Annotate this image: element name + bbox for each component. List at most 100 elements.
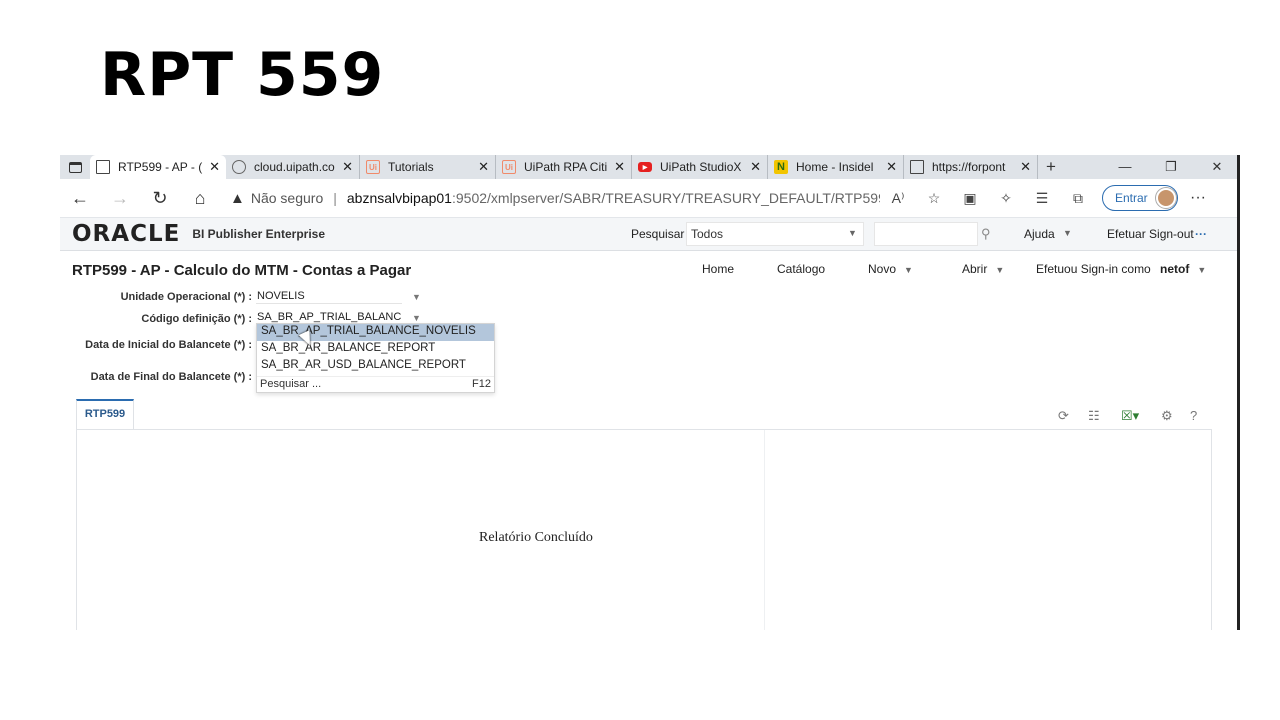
slide-title: RPT 559 bbox=[100, 40, 385, 110]
tab-title: https://forpont bbox=[932, 160, 1006, 174]
url-host: abznsalvbipap01 bbox=[346, 190, 452, 206]
tab-title: Tutorials bbox=[388, 160, 434, 174]
browser-tab-uipath-rpa[interactable]: Ui UiPath RPA Citi ✕ bbox=[496, 155, 632, 179]
refresh-icon[interactable]: ↻ bbox=[140, 188, 180, 209]
chevron-down-icon[interactable]: ▼ bbox=[1063, 228, 1072, 238]
signin-button[interactable]: Entrar bbox=[1102, 185, 1178, 211]
gear-icon[interactable]: ⚙ bbox=[1161, 408, 1173, 424]
divider bbox=[764, 430, 765, 630]
user-name: netof bbox=[1160, 262, 1190, 276]
dropdown-option[interactable]: SA_BR_AP_TRIAL_BALANCE_NOVELIS bbox=[257, 324, 494, 341]
signin-label: Entrar bbox=[1115, 191, 1148, 205]
dropdown-search-key: F12 bbox=[472, 378, 491, 390]
signed-in-label: Efetuou Sign-in como bbox=[1036, 262, 1151, 276]
chevron-down-icon[interactable]: ▼ bbox=[412, 313, 421, 323]
signout-link[interactable]: Efetuar Sign-out bbox=[1107, 227, 1194, 241]
close-icon[interactable]: ✕ bbox=[750, 159, 761, 175]
home-icon[interactable]: ⌂ bbox=[180, 188, 220, 209]
menu-catalog[interactable]: Catálogo bbox=[777, 262, 825, 276]
user-menu[interactable]: netof ▼ bbox=[1160, 262, 1206, 276]
status-message: Relatório Concluído bbox=[479, 530, 593, 545]
uipath-icon: Ui bbox=[366, 160, 380, 174]
browser-tab-tutorials[interactable]: Ui Tutorials ✕ bbox=[360, 155, 496, 179]
dropdown-option[interactable]: SA_BR_AR_BALANCE_REPORT bbox=[257, 341, 494, 358]
url-path: :9502/xmlpserver/SABR/TREASURY/TREASURY_… bbox=[451, 190, 880, 206]
youtube-icon: ▶ bbox=[638, 162, 652, 172]
excel-export-icon[interactable]: ☒▾ bbox=[1121, 408, 1139, 424]
restore-icon[interactable]: ❐ bbox=[1148, 155, 1194, 179]
menu-open[interactable]: Abrir ▼ bbox=[962, 262, 1004, 276]
search-label: Pesquisar bbox=[631, 227, 685, 241]
read-aloud-icon[interactable]: A⁾ bbox=[880, 190, 916, 207]
refresh-icon[interactable]: ⟳ bbox=[1058, 408, 1069, 424]
security-label: Não seguro bbox=[250, 190, 324, 206]
avatar bbox=[1155, 188, 1176, 208]
report-viewer: Relatório Concluído bbox=[76, 429, 1212, 630]
menu-new[interactable]: Novo ▼ bbox=[868, 262, 913, 276]
dropdown-search-label: Pesquisar ... bbox=[260, 378, 322, 390]
more-icon[interactable]: ··· bbox=[1178, 189, 1218, 207]
new-tab-icon[interactable]: + bbox=[1038, 157, 1064, 177]
document-icon bbox=[96, 160, 110, 174]
extension-icon[interactable]: ▣ bbox=[952, 190, 988, 207]
add-favorite-icon[interactable]: ☆ bbox=[916, 190, 952, 207]
dropdown-search[interactable]: Pesquisar ... F12 bbox=[257, 376, 494, 392]
chevron-down-icon[interactable]: ▼ bbox=[848, 228, 857, 238]
collections-icon[interactable]: ⧉ bbox=[1060, 190, 1096, 207]
uipath-icon: Ui bbox=[502, 160, 516, 174]
browser-tab-rtp599[interactable]: RTP599 - AP - ( ✕ bbox=[90, 155, 226, 179]
close-icon[interactable]: ✕ bbox=[614, 159, 625, 175]
forward-icon[interactable]: → bbox=[100, 188, 140, 209]
data-inicial-label: Data de Inicial do Balancete (*) : bbox=[85, 339, 252, 351]
browser-tab-forpont[interactable]: https://forpont ✕ bbox=[904, 155, 1038, 179]
oracle-header: ORACLE BI Publisher Enterprise Pesquisar… bbox=[60, 217, 1237, 251]
codigo-label: Código definição (*) : bbox=[141, 313, 252, 325]
report-title: RTP599 - AP - Calculo do MTM - Contas a … bbox=[72, 262, 412, 279]
product-name: BI Publisher Enterprise bbox=[192, 227, 326, 241]
search-input[interactable] bbox=[874, 222, 978, 246]
address-bar[interactable]: ▲ Não seguro | abznsalvbipap01:9502/xmlp… bbox=[220, 183, 880, 213]
close-icon[interactable]: ✕ bbox=[342, 159, 353, 175]
unidade-value: NOVELIS bbox=[257, 290, 305, 302]
tab-title: UiPath StudioX bbox=[660, 160, 742, 174]
tab-title: UiPath RPA Citi bbox=[524, 160, 608, 174]
close-window-icon[interactable]: ✕ bbox=[1194, 155, 1237, 179]
codigo-dropdown-list: SA_BR_AP_TRIAL_BALANCE_NOVELIS SA_BR_AR_… bbox=[256, 323, 495, 393]
help-icon[interactable]: ? bbox=[1190, 408, 1197, 423]
browser-tab-cloud[interactable]: cloud.uipath.co ✕ bbox=[226, 155, 360, 179]
close-icon[interactable]: ✕ bbox=[209, 159, 220, 175]
dropdown-option[interactable]: SA_BR_AR_USD_BALANCE_REPORT bbox=[257, 358, 494, 375]
menu-open-label: Abrir bbox=[962, 262, 988, 276]
chevron-down-icon: ▼ bbox=[904, 265, 913, 275]
puzzle-icon[interactable]: ✧ bbox=[988, 190, 1024, 207]
divider: | bbox=[333, 190, 337, 206]
chevron-down-icon: ▼ bbox=[1197, 265, 1207, 275]
data-final-label: Data de Final do Balancete (*) : bbox=[90, 371, 252, 383]
close-icon[interactable]: ✕ bbox=[478, 159, 489, 175]
close-icon[interactable]: ✕ bbox=[1020, 159, 1031, 175]
search-icon[interactable]: ⚲ bbox=[981, 226, 991, 242]
close-icon[interactable]: ✕ bbox=[886, 159, 897, 175]
minimize-icon[interactable]: — bbox=[1102, 155, 1148, 179]
chevron-down-icon[interactable]: ▼ bbox=[412, 292, 421, 302]
menu-home[interactable]: Home bbox=[702, 262, 734, 276]
oracle-logo: ORACLE bbox=[72, 221, 181, 247]
browser-tab-home-inside[interactable]: N Home - Insidel ✕ bbox=[768, 155, 904, 179]
back-icon[interactable]: ← bbox=[60, 188, 100, 209]
tab-actions-icon[interactable] bbox=[60, 155, 90, 179]
list-icon[interactable]: ☷ bbox=[1088, 408, 1100, 424]
tab-title: cloud.uipath.co bbox=[254, 160, 335, 174]
more-options-icon[interactable]: ··· bbox=[1195, 227, 1207, 241]
browser-screenshot: RTP599 - AP - ( ✕ cloud.uipath.co ✕ Ui T… bbox=[60, 155, 1240, 630]
tab-rtp599[interactable]: RTP599 bbox=[76, 399, 134, 429]
codigo-value[interactable]: SA_BR_AP_TRIAL_BALANC bbox=[257, 311, 401, 323]
menu-new-label: Novo bbox=[868, 262, 897, 276]
help-menu[interactable]: Ajuda bbox=[1024, 227, 1055, 241]
browser-tab-studiox[interactable]: ▶ UiPath StudioX ✕ bbox=[632, 155, 768, 179]
document-icon bbox=[910, 160, 924, 174]
search-scope-select[interactable]: Todos bbox=[686, 222, 864, 246]
tab-title: RTP599 - AP - ( bbox=[118, 160, 203, 174]
unidade-label: Unidade Operacional (*) : bbox=[120, 291, 252, 303]
tab-title: Home - Insidel bbox=[796, 160, 874, 174]
favorites-icon[interactable]: ☰ bbox=[1024, 190, 1060, 207]
